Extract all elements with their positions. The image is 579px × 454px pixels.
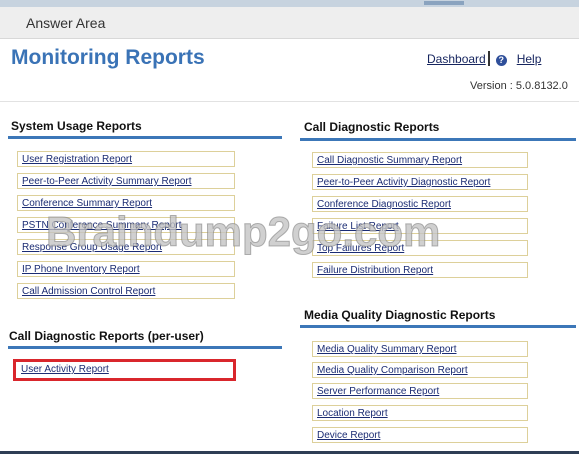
user-registration-report[interactable]: User Registration Report <box>17 151 235 167</box>
version-text: Version : 5.0.8132.0 <box>470 80 568 92</box>
header-divider <box>0 101 579 102</box>
report-link[interactable]: Top Failures Report <box>317 243 404 254</box>
report-link[interactable]: Conference Summary Report <box>22 198 152 209</box>
media-quality-comparison-report[interactable]: Media Quality Comparison Report <box>312 362 528 378</box>
call-diag-user-title: Call Diagnostic Reports (per-user) <box>9 329 204 343</box>
call-diag-rule <box>300 138 576 141</box>
system-usage-rule <box>8 136 282 139</box>
failure-list-report[interactable]: Failure List Report <box>312 218 528 234</box>
report-link[interactable]: PSTN Conference Summary Report <box>22 220 182 231</box>
conference-summary-report[interactable]: Conference Summary Report <box>17 195 235 211</box>
call-admission-control-report[interactable]: Call Admission Control Report <box>17 283 235 299</box>
user-activity-report[interactable]: User Activity Report <box>13 359 236 381</box>
report-link[interactable]: Conference Diagnostic Report <box>317 199 451 210</box>
p2p-activity-diagnostic-report[interactable]: Peer-to-Peer Activity Diagnostic Report <box>312 174 528 190</box>
top-links: Dashboard? Help <box>427 51 541 66</box>
system-usage-title: System Usage Reports <box>11 119 142 133</box>
ip-phone-inventory-report[interactable]: IP Phone Inventory Report <box>17 261 235 277</box>
report-link[interactable]: Location Report <box>317 408 388 419</box>
call-diagnostic-summary-report[interactable]: Call Diagnostic Summary Report <box>312 152 528 168</box>
help-link[interactable]: Help <box>517 52 542 66</box>
report-link[interactable]: Failure Distribution Report <box>317 265 433 276</box>
page-title: Monitoring Reports <box>11 46 205 69</box>
location-report[interactable]: Location Report <box>312 405 528 421</box>
media-quality-summary-report[interactable]: Media Quality Summary Report <box>312 341 528 357</box>
device-report[interactable]: Device Report <box>312 427 528 443</box>
report-link[interactable]: Peer-to-Peer Activity Diagnostic Report <box>317 177 490 188</box>
failure-distribution-report[interactable]: Failure Distribution Report <box>312 262 528 278</box>
media-quality-title: Media Quality Diagnostic Reports <box>304 308 496 322</box>
server-performance-report[interactable]: Server Performance Report <box>312 383 528 399</box>
report-link[interactable]: Peer-to-Peer Activity Summary Report <box>22 176 192 187</box>
report-link[interactable]: Device Report <box>317 430 380 441</box>
answer-area-header: Answer Area <box>0 7 579 39</box>
pstn-conference-summary-report[interactable]: PSTN Conference Summary Report <box>17 217 235 233</box>
call-diag-user-rule <box>8 346 282 349</box>
report-link[interactable]: Response Group Usage Report <box>22 242 162 253</box>
report-link[interactable]: Media Quality Summary Report <box>317 344 457 355</box>
report-link[interactable]: Server Performance Report <box>317 386 439 397</box>
report-link[interactable]: User Registration Report <box>22 154 132 165</box>
report-link[interactable]: Failure List Report <box>317 221 399 232</box>
report-link[interactable]: Call Diagnostic Summary Report <box>317 155 462 166</box>
response-group-usage-report[interactable]: Response Group Usage Report <box>17 239 235 255</box>
top-bar-marker <box>424 1 464 5</box>
report-link[interactable]: User Activity Report <box>21 364 109 375</box>
call-diag-title: Call Diagnostic Reports <box>304 120 440 134</box>
dashboard-link[interactable]: Dashboard <box>427 52 486 66</box>
window-top-bar <box>0 0 579 7</box>
p2p-activity-summary-report[interactable]: Peer-to-Peer Activity Summary Report <box>17 173 235 189</box>
report-link[interactable]: Media Quality Comparison Report <box>317 365 468 376</box>
link-separator <box>487 51 490 66</box>
help-icon[interactable]: ? <box>495 55 507 66</box>
report-link[interactable]: Call Admission Control Report <box>22 286 155 297</box>
report-link[interactable]: IP Phone Inventory Report <box>22 264 140 275</box>
answer-area-label: Answer Area <box>26 15 106 31</box>
media-quality-rule <box>300 325 576 328</box>
top-failures-report[interactable]: Top Failures Report <box>312 240 528 256</box>
conference-diagnostic-report[interactable]: Conference Diagnostic Report <box>312 196 528 212</box>
